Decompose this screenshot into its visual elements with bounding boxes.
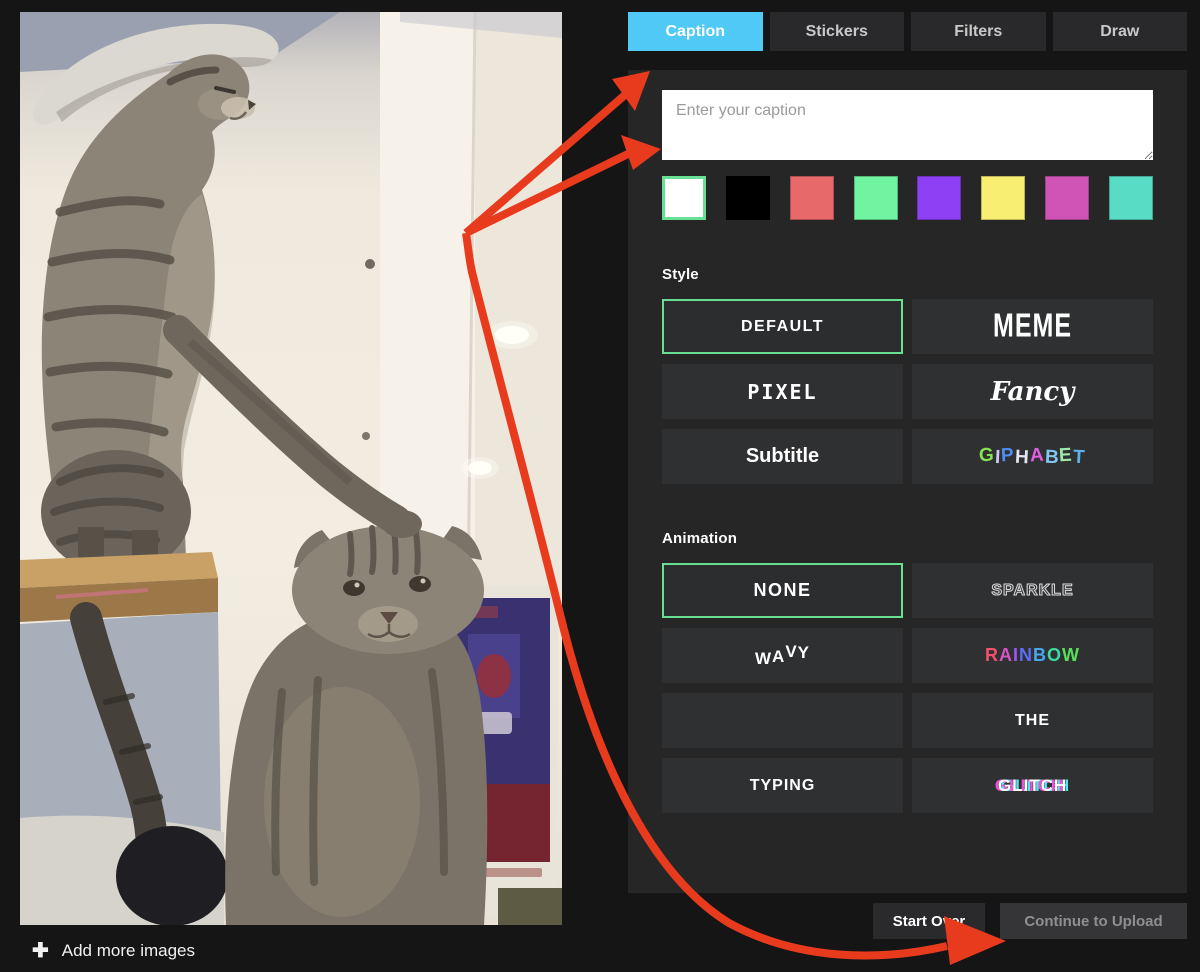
color-swatch-green[interactable] (854, 176, 898, 220)
style-option-default[interactable]: DEFAULT (662, 299, 903, 354)
animation-option-typing[interactable]: TYPING (662, 758, 903, 813)
animation-option-label: NONE (753, 580, 811, 601)
color-swatch-white[interactable] (662, 176, 706, 220)
animation-options-grid: NONE SPARKLE WAVY RAINBOW THE TYPING GLI… (662, 563, 1153, 813)
animation-option-label: GLITCH (998, 776, 1067, 796)
color-swatch-purple[interactable] (917, 176, 961, 220)
animation-option-blank[interactable] (662, 693, 903, 748)
animation-option-rainbow[interactable]: RAINBOW (912, 628, 1153, 683)
color-swatch-magenta[interactable] (1045, 176, 1089, 220)
color-swatch-teal[interactable] (1109, 176, 1153, 220)
style-option-label: MEME (993, 307, 1072, 346)
caption-input[interactable] (662, 90, 1153, 160)
style-option-label: Subtitle (746, 445, 819, 468)
animation-option-label: WAVY (755, 646, 810, 666)
tab-filters[interactable]: Filters (911, 12, 1046, 51)
animation-option-glitch[interactable]: GLITCH (912, 758, 1153, 813)
animation-option-label: TYPING (750, 777, 816, 795)
style-option-label: DEFAULT (741, 318, 824, 336)
style-option-label: Fancy (991, 377, 1075, 407)
animation-option-the[interactable]: THE (912, 693, 1153, 748)
color-swatch-yellow[interactable] (981, 176, 1025, 220)
tab-stickers[interactable]: Stickers (770, 12, 905, 51)
style-option-label: GIPHABET (979, 446, 1085, 468)
style-section-label: Style (662, 266, 1153, 283)
animation-option-label: THE (1015, 712, 1050, 730)
gif-maker-page: ✚ Add more images Caption Stickers Filte… (0, 0, 1200, 972)
caption-panel: Style DEFAULT MEME PIXEL Fancy Subtitle … (628, 70, 1187, 893)
tab-draw[interactable]: Draw (1053, 12, 1188, 51)
color-swatch-red[interactable] (790, 176, 834, 220)
style-option-pixel[interactable]: PIXEL (662, 364, 903, 419)
animation-option-sparkle[interactable]: SPARKLE (912, 563, 1153, 618)
style-option-giphabet[interactable]: GIPHABET (912, 429, 1153, 484)
style-option-label: PIXEL (747, 380, 817, 404)
editor-tab-bar: Caption Stickers Filters Draw (628, 12, 1187, 51)
style-options-grid: DEFAULT MEME PIXEL Fancy Subtitle GIPHAB… (662, 299, 1153, 484)
style-option-subtitle[interactable]: Subtitle (662, 429, 903, 484)
cat-scene-illustration (20, 12, 562, 925)
caption-color-swatches (662, 176, 1153, 220)
style-option-meme[interactable]: MEME (912, 299, 1153, 354)
start-over-button[interactable]: Start Over (873, 903, 985, 939)
animation-option-label: RAINBOW (985, 645, 1080, 666)
animation-option-wavy[interactable]: WAVY (662, 628, 903, 683)
animation-option-none[interactable]: NONE (662, 563, 903, 618)
color-swatch-black[interactable] (726, 176, 770, 220)
add-more-images-label: Add more images (62, 941, 195, 961)
animation-option-label: SPARKLE (991, 582, 1073, 600)
animation-section-label: Animation (662, 530, 1153, 547)
add-more-images-button[interactable]: ✚ Add more images (32, 936, 195, 966)
plus-icon: ✚ (32, 941, 49, 961)
tab-caption[interactable]: Caption (628, 12, 763, 51)
style-option-fancy[interactable]: Fancy (912, 364, 1153, 419)
continue-to-upload-button[interactable]: Continue to Upload (1000, 903, 1187, 939)
gif-preview-image (20, 12, 562, 925)
